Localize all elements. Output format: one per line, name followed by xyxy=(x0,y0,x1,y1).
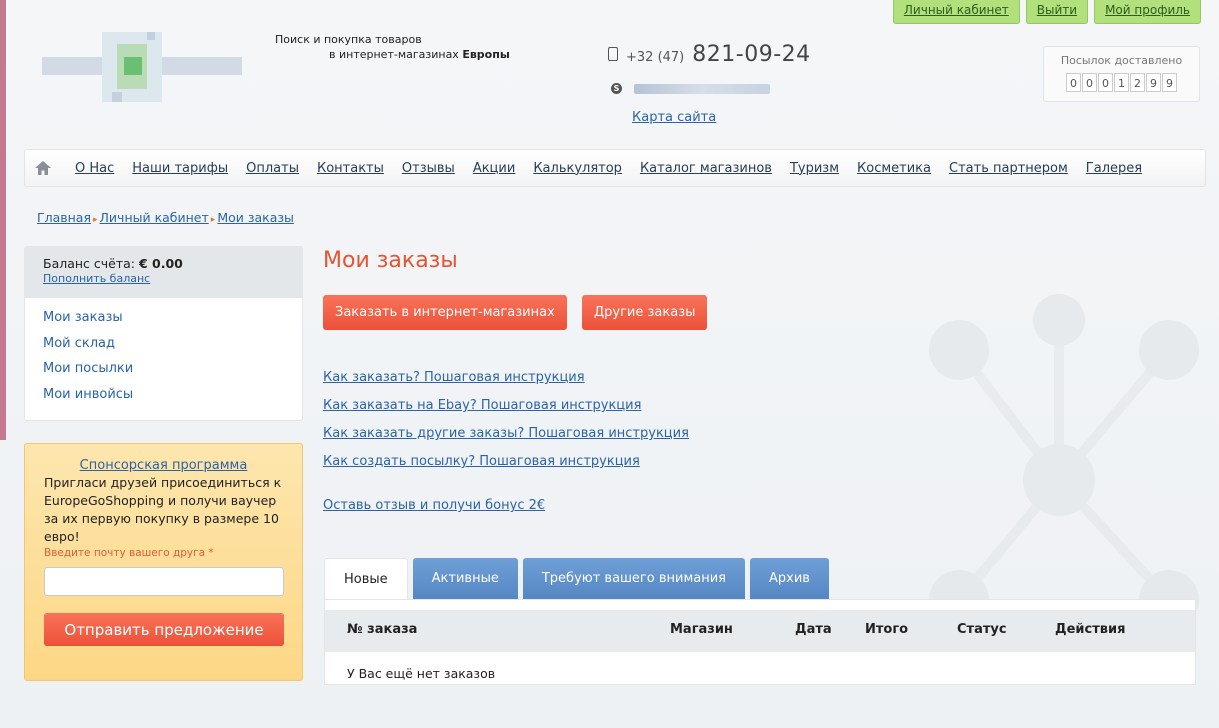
counter-digit: 0 xyxy=(1098,73,1113,92)
phone-contact: +32 (47) 821-09-24 xyxy=(608,42,811,67)
counter-digit: 0 xyxy=(1066,73,1081,92)
tagline-bold-word: Европы xyxy=(462,48,510,61)
page-title: Мои заказы xyxy=(323,248,458,273)
required-mark: * xyxy=(208,547,214,559)
guide-link-ebay[interactable]: Как заказать на Ebay? Пошаговая инструкц… xyxy=(323,396,689,424)
send-invite-button[interactable]: Отправить предложение xyxy=(44,613,284,646)
nav-item-calculator[interactable]: Калькулятор xyxy=(533,161,622,176)
column-shop: Магазин xyxy=(670,622,733,637)
left-accent-stripe xyxy=(0,0,6,440)
breadcrumb: Главная ▸ Личный кабинет ▸ Мои заказы xyxy=(37,210,294,225)
guide-links: Как заказать? Пошаговая инструкция Как з… xyxy=(323,368,689,480)
counter-digits: 0 0 0 1 2 9 9 xyxy=(1044,73,1199,92)
column-date: Дата xyxy=(795,622,832,637)
topup-link[interactable]: Пополнить баланс xyxy=(43,272,284,285)
counter-digit: 9 xyxy=(1162,73,1177,92)
tagline-line2: в интернет-магазинах xyxy=(329,48,463,61)
site-logo[interactable] xyxy=(42,22,242,112)
column-total: Итого xyxy=(865,622,909,637)
order-tabs: Новые Активные Требуют вашего внимания А… xyxy=(324,558,829,599)
tab-attention[interactable]: Требуют вашего внимания xyxy=(522,558,745,599)
account-menu: Мои заказы Мой склад Мои посылки Мои инв… xyxy=(25,298,302,414)
sponsor-text: Пригласи друзей присоединиться к EuropeG… xyxy=(44,475,282,544)
column-status: Статус xyxy=(957,622,1007,637)
balance: Баланс счёта: € 0.00 xyxy=(43,256,284,271)
order-in-shops-button[interactable]: Заказать в интернет-магазинах xyxy=(323,295,567,330)
phone-icon xyxy=(608,47,618,61)
balance-value: € 0.00 xyxy=(138,256,183,271)
nav-item-partner[interactable]: Стать партнером xyxy=(949,161,1068,176)
counter-label: Посылок доставлено xyxy=(1060,54,1183,67)
friend-email-input[interactable] xyxy=(44,567,284,596)
account-panel: Баланс счёта: € 0.00 Пополнить баланс Мо… xyxy=(24,246,303,421)
counter-digit: 2 xyxy=(1130,73,1145,92)
tab-archive[interactable]: Архив xyxy=(750,558,829,599)
sponsor-title[interactable]: Спонсорская программа xyxy=(44,458,283,473)
nav-item-tariffs[interactable]: Наши тарифы xyxy=(132,161,228,176)
friend-email-hint: Введите почту вашего друга * xyxy=(44,547,283,559)
sidebar-item-orders[interactable]: Мои заказы xyxy=(43,305,284,331)
balance-label: Баланс счёта: xyxy=(43,256,139,271)
cabinet-button[interactable]: Личный кабинет xyxy=(892,0,1020,24)
counter-digit: 1 xyxy=(1114,73,1129,92)
phone-code: +32 (47) xyxy=(626,50,685,65)
phone-number: 821-09-24 xyxy=(692,42,811,67)
breadcrumb-separator-icon: ▸ xyxy=(93,215,98,225)
nav-item-reviews[interactable]: Отзывы xyxy=(402,161,455,176)
sidebar-item-invoices[interactable]: Мои инвойсы xyxy=(43,382,284,408)
breadcrumb-current[interactable]: Мои заказы xyxy=(217,210,294,225)
counter-digit: 9 xyxy=(1146,73,1161,92)
top-account-buttons: Личный кабинет Выйти Мой профиль xyxy=(892,0,1201,24)
column-order-number: № заказа xyxy=(347,622,418,637)
other-orders-button[interactable]: Другие заказы xyxy=(582,295,708,330)
sidebar-item-warehouse[interactable]: Мой склад xyxy=(43,331,284,357)
breadcrumb-home[interactable]: Главная xyxy=(37,210,91,225)
guide-link-create-parcel[interactable]: Как создать посылку? Пошаговая инструкци… xyxy=(323,452,689,480)
breadcrumb-cabinet[interactable]: Личный кабинет xyxy=(100,210,209,225)
skype-icon: S xyxy=(611,83,622,94)
profile-button[interactable]: Мой профиль xyxy=(1094,0,1201,24)
skype-contact: S xyxy=(611,83,770,94)
logout-button[interactable]: Выйти xyxy=(1025,0,1089,24)
nav-item-catalog[interactable]: Каталог магазинов xyxy=(640,161,772,176)
sponsor-program-panel: Спонсорская программа Пригласи друзей пр… xyxy=(24,443,303,681)
guide-link-how-to-order[interactable]: Как заказать? Пошаговая инструкция xyxy=(323,368,689,396)
sitemap-link[interactable]: Карта сайта xyxy=(632,110,716,125)
nav-item-about[interactable]: О Нас xyxy=(75,161,114,176)
orders-table: № заказа Магазин Дата Итого Статус Дейст… xyxy=(324,599,1196,685)
nav-item-promotions[interactable]: Акции xyxy=(473,161,516,176)
table-header: № заказа Магазин Дата Итого Статус Дейст… xyxy=(325,610,1195,652)
counter-digit: 0 xyxy=(1082,73,1097,92)
feedback-bonus-link[interactable]: Оставь отзыв и получи бонус 2€ xyxy=(323,498,545,513)
balance-header: Баланс счёта: € 0.00 Пополнить баланс xyxy=(25,247,302,298)
nav-item-contacts[interactable]: Контакты xyxy=(317,161,384,176)
nav-item-tourism[interactable]: Туризм xyxy=(790,161,839,176)
hint-label: Введите почту вашего друга xyxy=(44,547,206,559)
breadcrumb-separator-icon: ▸ xyxy=(210,215,216,225)
skype-id-blurred xyxy=(634,83,770,94)
nav-item-cosmetics[interactable]: Косметика xyxy=(857,161,931,176)
empty-orders-message: У Вас ещё нет заказов xyxy=(347,666,496,681)
tab-new[interactable]: Новые xyxy=(324,558,408,599)
main-nav: О Нас Наши тарифы Оплаты Контакты Отзывы… xyxy=(24,149,1206,187)
home-icon[interactable] xyxy=(33,158,53,178)
nav-item-gallery[interactable]: Галерея xyxy=(1086,161,1142,176)
guide-link-other-orders[interactable]: Как заказать другие заказы? Пошаговая ин… xyxy=(323,424,689,452)
sidebar-item-parcels[interactable]: Мои посылки xyxy=(43,356,284,382)
tab-active[interactable]: Активные xyxy=(412,558,518,599)
nav-item-payments[interactable]: Оплаты xyxy=(246,161,299,176)
delivered-counter: Посылок доставлено 0 0 0 1 2 9 9 xyxy=(1043,46,1200,102)
tagline-line1: Поиск и покупка товаров xyxy=(275,33,422,46)
site-tagline: Поиск и покупка товаров в интернет-магаз… xyxy=(275,32,510,62)
column-actions: Действия xyxy=(1055,622,1126,637)
